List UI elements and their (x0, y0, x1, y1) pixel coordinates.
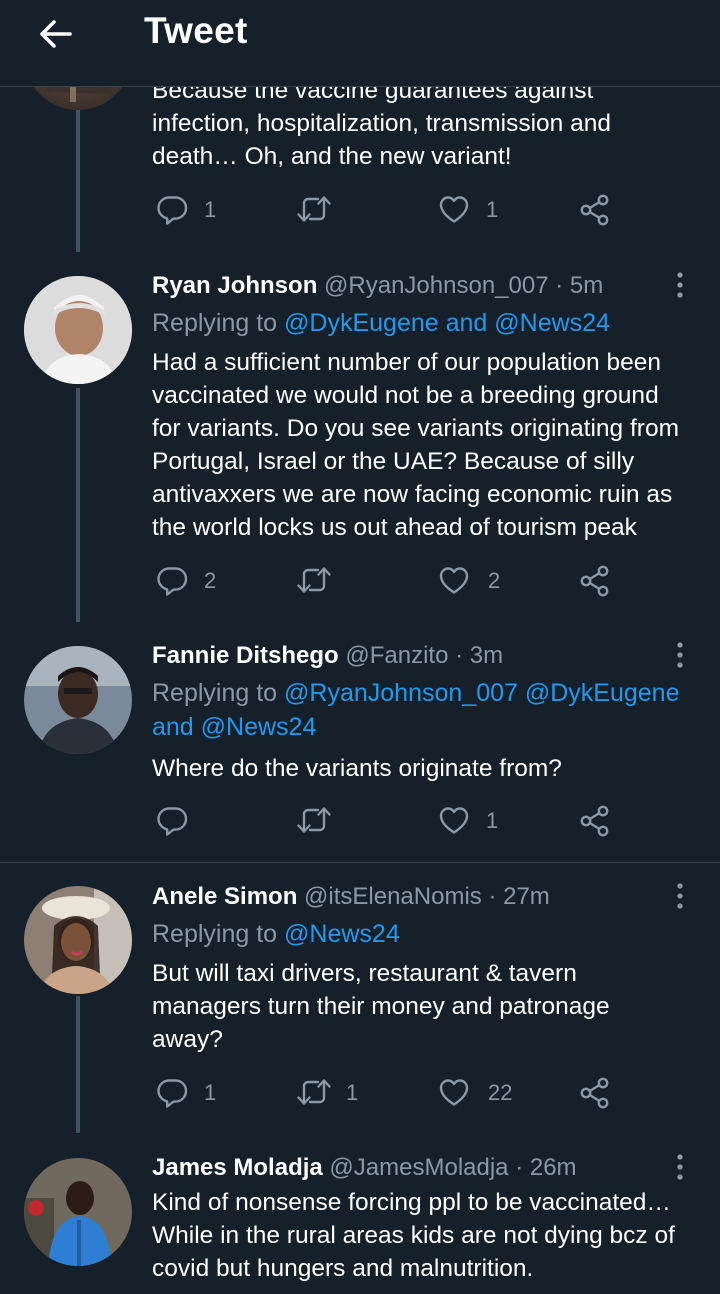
reply-count: 1 (204, 1080, 217, 1105)
tweet-2[interactable]: Fannie Ditshego @Fanzito · 3m Replying t… (0, 622, 720, 862)
tweet-1[interactable]: Ryan Johnson @RyanJohnson_007 · 5m Reply… (0, 252, 720, 622)
reply-count: 1 (204, 197, 217, 222)
heart-icon (438, 1076, 470, 1108)
retweet-icon (296, 1076, 332, 1108)
tweet-text: But will taxi drivers, restaurant & tave… (152, 960, 610, 1053)
tweet-4[interactable]: James Moladja @JamesMoladja · 26m Kind o… (0, 1133, 720, 1294)
tweet-text: Had a sufficient number of our populatio… (152, 349, 679, 541)
replying-to-mentions[interactable]: and @News24 (152, 710, 702, 744)
avatar[interactable] (24, 1158, 132, 1266)
more-options-icon[interactable] (670, 881, 690, 911)
share-icon (578, 1076, 612, 1110)
replying-to-label: Replying to (152, 679, 278, 707)
reply-count: 2 (204, 568, 217, 593)
retweet-icon (296, 804, 332, 836)
top-bar: Tweet (0, 0, 720, 87)
like-button[interactable]: 1 (438, 193, 508, 229)
display-name[interactable]: Ryan Johnson (152, 272, 317, 299)
like-button[interactable]: 2 (438, 564, 508, 600)
timestamp: · 5m (555, 272, 604, 299)
reply-button[interactable]: 1 (156, 193, 226, 229)
tweet-meta: Anele Simon @itsElenaNomis · 27m (152, 883, 550, 911)
user-handle[interactable]: @itsElenaNomis (304, 883, 482, 910)
like-count: 2 (488, 568, 501, 593)
display-name[interactable]: Fannie Ditshego (152, 642, 339, 669)
retweet-count: 1 (346, 1080, 359, 1105)
tweet-meta: James Moladja @JamesMoladja · 26m (152, 1154, 577, 1182)
heart-icon (438, 193, 470, 225)
timestamp: · 3m (455, 642, 504, 669)
timestamp: · 27m (488, 883, 550, 910)
reply-icon (156, 1076, 188, 1108)
retweet-button[interactable] (296, 804, 366, 840)
tweet-text: Because the vaccine guarantees against i… (152, 77, 611, 170)
tweet-meta: Ryan Johnson @RyanJohnson_007 · 5m (152, 272, 603, 300)
replying-to: Replying to @News24 (152, 917, 702, 951)
tweet-meta: Fannie Ditshego @Fanzito · 3m (152, 642, 503, 670)
more-options-icon[interactable] (670, 1152, 690, 1182)
share-icon (578, 193, 612, 227)
retweet-button[interactable]: 1 (296, 1076, 366, 1112)
back-button[interactable] (30, 12, 82, 56)
retweet-button[interactable] (296, 564, 366, 600)
page-title: Tweet (144, 10, 248, 51)
share-icon (578, 804, 612, 838)
user-handle[interactable]: @JamesMoladja (329, 1154, 508, 1181)
share-button[interactable] (578, 193, 612, 229)
reply-icon (156, 564, 188, 596)
display-name[interactable]: Anele Simon (152, 883, 297, 910)
replying-to-mentions[interactable]: @DykEugene and @News24 (284, 309, 610, 337)
reply-icon (156, 804, 188, 836)
thread-line (76, 388, 80, 622)
tweet-3[interactable]: Anele Simon @itsElenaNomis · 27m Replyin… (0, 863, 720, 1133)
replying-to: Replying to @DykEugene and @News24 (152, 306, 702, 340)
display-name[interactable]: James Moladja (152, 1154, 323, 1181)
avatar[interactable] (24, 646, 132, 754)
user-handle[interactable]: @RyanJohnson_007 (324, 272, 549, 299)
timestamp: · 26m (515, 1154, 577, 1181)
more-options-icon[interactable] (670, 640, 690, 670)
user-handle[interactable]: @Fanzito (345, 642, 448, 669)
reply-button[interactable]: 1 (156, 1076, 226, 1112)
like-count: 1 (486, 197, 499, 222)
share-button[interactable] (578, 564, 612, 600)
reply-button[interactable] (156, 804, 226, 840)
reply-button[interactable]: 2 (156, 564, 226, 600)
like-button[interactable]: 1 (438, 804, 508, 840)
replying-to-label: Replying to (152, 920, 278, 948)
share-button[interactable] (578, 1076, 612, 1112)
retweet-icon (296, 564, 332, 596)
heart-icon (438, 804, 470, 836)
tweet-text: Where do the variants originate from? (152, 755, 562, 782)
heart-icon (438, 564, 470, 596)
avatar[interactable] (24, 276, 132, 384)
more-options-icon[interactable] (670, 270, 690, 300)
reply-icon (156, 193, 188, 225)
avatar[interactable] (24, 886, 132, 994)
thread-line (76, 996, 80, 1133)
replying-to-mentions[interactable]: @News24 (284, 920, 400, 948)
like-button[interactable]: 22 (438, 1076, 528, 1112)
replying-to: Replying to @RyanJohnson_007 @DykEugene … (152, 676, 702, 744)
retweet-button[interactable] (296, 193, 366, 229)
replying-to-label: Replying to (152, 309, 278, 337)
share-button[interactable] (578, 804, 612, 840)
retweet-icon (296, 193, 332, 225)
replying-to-mentions[interactable]: @RyanJohnson_007 @DykEugene (284, 679, 679, 707)
like-count: 1 (486, 808, 499, 833)
tweet-text: Kind of nonsense forcing ppl to be vacci… (152, 1189, 675, 1282)
arrow-left-icon (40, 20, 72, 48)
thread-line (76, 110, 80, 252)
share-icon (578, 564, 612, 598)
like-count: 22 (488, 1080, 513, 1105)
